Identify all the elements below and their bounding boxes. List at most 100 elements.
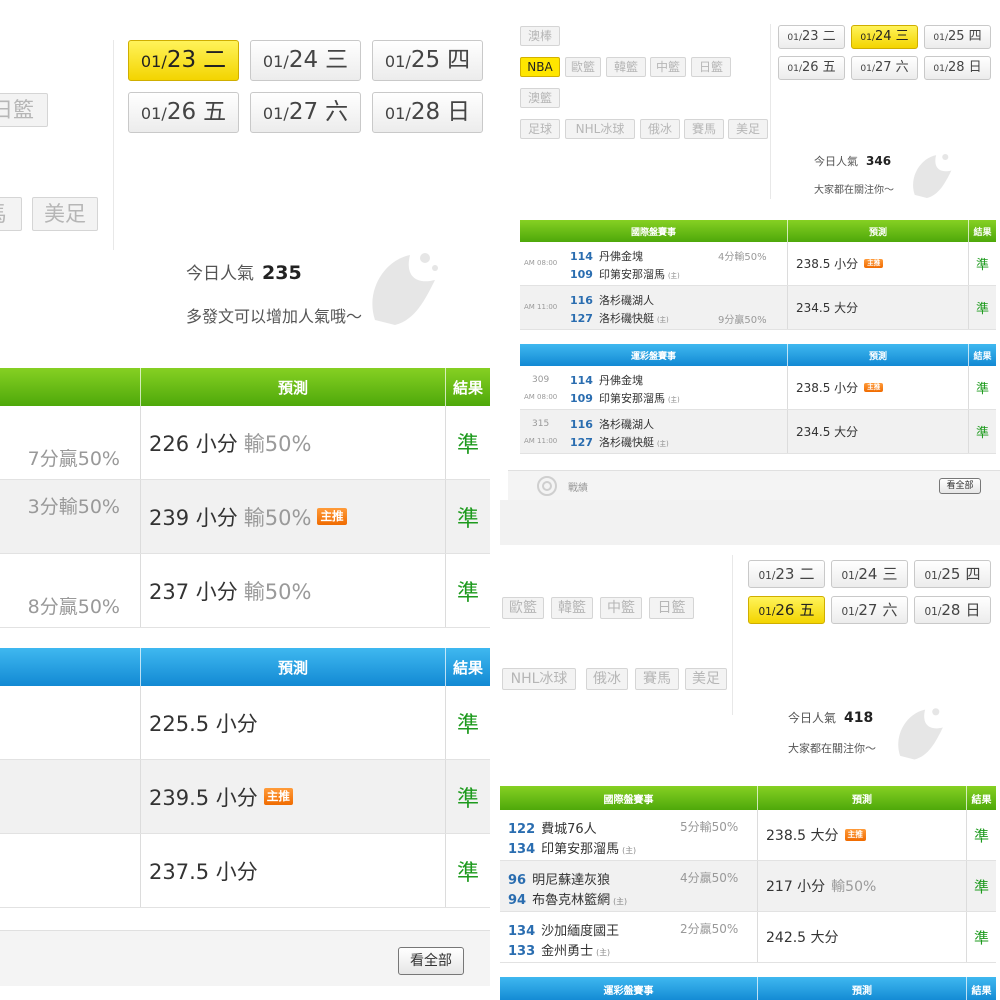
- league-tag[interactable]: NBA: [520, 57, 560, 77]
- date-button-25[interactable]: 01/25 四: [914, 560, 991, 588]
- team-number: 116: [570, 418, 593, 431]
- date-day: 26: [775, 601, 795, 619]
- date-button-24[interactable]: 01/24 三: [851, 25, 918, 49]
- handicap-value: 9分贏50%: [718, 315, 767, 326]
- featured-badge: 主推: [864, 258, 884, 269]
- date-button-27[interactable]: 01/27 六: [851, 56, 918, 80]
- table-row: 237.5 小分 準: [0, 834, 490, 908]
- prediction-cell: 225.5 小分: [140, 686, 445, 759]
- date-button-24[interactable]: 01/24 三: [250, 40, 361, 81]
- date-weekday: 五: [822, 60, 836, 75]
- table-row: 315 AM 11:00 116 洛杉磯湖人 127 洛杉磯快艇 (主) 234.5 大分 準: [520, 410, 996, 454]
- date-button-25[interactable]: 01/25 四: [372, 40, 483, 81]
- league-tag[interactable]: 澳籃: [520, 88, 560, 108]
- league-tag[interactable]: 日籃: [649, 597, 694, 619]
- popularity-count: 346: [866, 154, 892, 168]
- league-tag[interactable]: 美足: [32, 197, 98, 231]
- date-month: 01/: [933, 64, 949, 74]
- date-month: 01/: [860, 33, 876, 43]
- team-number: 109: [570, 268, 593, 281]
- featured-badge: 主推: [864, 382, 884, 393]
- featured-badge: 主推: [844, 829, 866, 841]
- header-result: 結果: [445, 368, 490, 406]
- prediction-cell: 237 小分 輸50%: [140, 554, 445, 627]
- home-marker: (主): [656, 440, 669, 448]
- handicap-value: 4分輸50%: [718, 252, 767, 263]
- team-number: 122: [508, 822, 536, 837]
- lottery-header: 運彩盤賽事 預測 結果: [520, 344, 996, 366]
- date-button-23[interactable]: 01/23 二: [778, 25, 845, 49]
- date-button-27[interactable]: 01/27 六: [831, 596, 908, 624]
- date-button-27[interactable]: 01/27 六: [250, 92, 361, 133]
- date-weekday: 日: [447, 99, 471, 125]
- date-month: 01/: [841, 570, 859, 582]
- team-name: 洛杉磯快艇: [598, 436, 654, 449]
- date-weekday: 二: [203, 47, 227, 73]
- handicap-value: 5分輸50%: [680, 820, 739, 834]
- result-cell: 準: [445, 760, 490, 833]
- prediction-value: 234.5 大分: [796, 301, 859, 315]
- date-day: 24: [858, 565, 878, 583]
- date-button-26[interactable]: 01/26 五: [778, 56, 845, 80]
- date-button-25[interactable]: 01/25 四: [924, 25, 991, 49]
- date-button-23[interactable]: 01/23 二: [748, 560, 825, 588]
- game-time: AM 08:00: [524, 393, 558, 401]
- team-number: 96: [508, 873, 527, 888]
- team-name: 布魯克林籃網: [532, 893, 611, 908]
- date-button-28[interactable]: 01/28 日: [914, 596, 991, 624]
- team-name: 洛杉磯湖人: [598, 418, 654, 431]
- league-tag[interactable]: 歐籃: [502, 597, 544, 619]
- league-tag[interactable]: 賽馬: [635, 668, 679, 690]
- league-tag[interactable]: 中籃: [600, 597, 642, 619]
- league-tag[interactable]: 足球: [520, 119, 560, 139]
- game-time: AM 08:00: [524, 259, 558, 267]
- league-tag[interactable]: 韓籃: [551, 597, 593, 619]
- league-tag[interactable]: 美足: [685, 668, 727, 690]
- result-cell: 準: [968, 286, 996, 329]
- table-row: AM 08:00 114 丹佛金塊 109 印第安那溜馬 (主) 4分輸50% 238.5 小…: [520, 242, 996, 286]
- date-button-26[interactable]: 01/26 五: [128, 92, 239, 133]
- prediction-value: 234.5 大分: [796, 425, 859, 439]
- prediction-cell: 237.5 小分: [140, 834, 445, 907]
- date-month: 01/: [924, 570, 942, 582]
- league-tag[interactable]: 歐籃: [565, 57, 601, 77]
- league-tag[interactable]: 賽馬: [684, 119, 724, 139]
- league-tag[interactable]: NHL冰球: [502, 668, 576, 690]
- date-button-26[interactable]: 01/26 五: [748, 596, 825, 624]
- league-tag[interactable]: 日籃: [0, 93, 48, 127]
- date-day: 25: [941, 565, 961, 583]
- prediction-result: 輸50%: [831, 879, 877, 895]
- header-prediction: 預測: [140, 368, 445, 406]
- league-tag[interactable]: 俄冰: [586, 668, 628, 690]
- popularity-label: 今日人氣 418: [788, 710, 874, 726]
- date-month: 01/: [384, 104, 411, 123]
- see-all-button[interactable]: 看全部: [398, 947, 464, 975]
- date-button-28[interactable]: 01/28 日: [924, 56, 991, 80]
- date-weekday: 日: [968, 60, 982, 75]
- team-number: 114: [570, 250, 593, 263]
- league-tag[interactable]: 中籃: [650, 57, 686, 77]
- league-tag[interactable]: 日籃: [691, 57, 731, 77]
- league-tag[interactable]: 俄冰: [640, 119, 680, 139]
- date-day: 26: [166, 99, 197, 125]
- date-day: 23: [166, 47, 197, 73]
- see-all-button[interactable]: 看全部: [939, 478, 981, 494]
- league-tag[interactable]: 美足: [728, 119, 768, 139]
- table-row: 225.5 小分 準: [0, 686, 490, 760]
- date-button-24[interactable]: 01/24 三: [831, 560, 908, 588]
- date-button-23[interactable]: 01/23 二: [128, 40, 239, 81]
- date-day: 25: [410, 47, 441, 73]
- league-tag[interactable]: 馬: [0, 197, 22, 231]
- date-weekday: 日: [965, 601, 981, 619]
- team-number: 127: [570, 436, 593, 449]
- date-month: 01/: [262, 52, 289, 71]
- table-row: 96 明尼蘇達灰狼 94 布魯克林籃網 (主) 4分贏50% 217 小分 輸50% 準: [500, 861, 996, 912]
- prediction-value: 238.5 大分: [766, 828, 839, 844]
- prediction-value: 239.5 小分: [149, 785, 258, 810]
- league-tag[interactable]: 澳棒: [520, 26, 560, 46]
- league-tag[interactable]: NHL冰球: [565, 119, 635, 139]
- league-tag[interactable]: 韓籃: [606, 57, 646, 77]
- date-button-28[interactable]: 01/28 日: [372, 92, 483, 133]
- date-weekday: 四: [447, 47, 471, 73]
- mascot-icon: [913, 153, 952, 198]
